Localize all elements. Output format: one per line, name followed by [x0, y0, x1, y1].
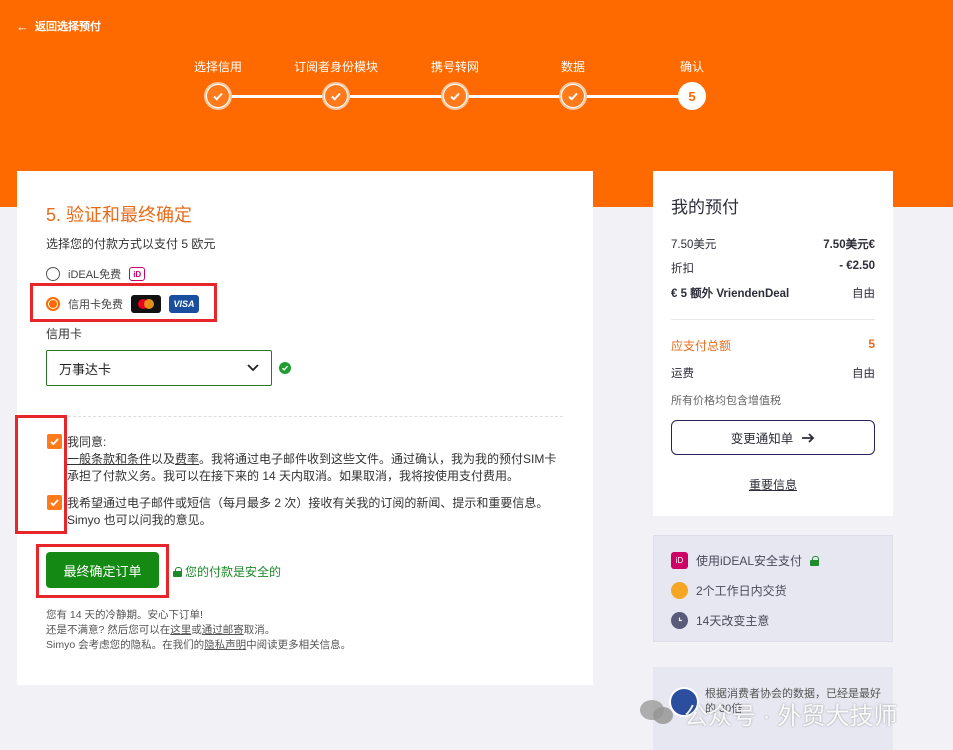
- step-done-icon: [204, 82, 232, 110]
- row-value: 7.50美元€: [823, 239, 875, 251]
- step-label: 数据: [560, 60, 585, 74]
- change-notification-button[interactable]: 变更通知单: [671, 420, 875, 455]
- shipping-value: 自由: [852, 368, 875, 380]
- payment-option-label: iDEAL免费: [68, 269, 122, 281]
- divider: [671, 319, 875, 320]
- fine-text: 还是不满意? 然后您可以在: [46, 624, 171, 636]
- step-number: 5: [678, 82, 706, 110]
- total-label: 应支付总额: [671, 339, 732, 353]
- summary-title: 我的预付: [671, 198, 739, 217]
- arrow-left-icon: ←: [16, 18, 29, 34]
- back-label: 返回选择预付: [35, 21, 101, 33]
- step-done-icon: [322, 82, 350, 110]
- check-circle-icon: [279, 362, 291, 374]
- radio-ideal[interactable]: [46, 267, 60, 281]
- secure-label: 您的付款是安全的: [185, 565, 282, 579]
- cancel-here-link[interactable]: 这里: [170, 624, 191, 636]
- fine-text: 取消。: [243, 624, 276, 636]
- terms-link[interactable]: 一般条款和条件: [67, 452, 151, 466]
- highlight-box: [36, 544, 169, 598]
- divider: [68, 416, 563, 417]
- highlight-box: [30, 283, 217, 322]
- lock-icon: [810, 555, 820, 566]
- payment-option-ideal[interactable]: iDEAL免费 iD: [46, 266, 146, 282]
- step-label: 确认: [679, 60, 704, 74]
- chevron-down-icon: [247, 364, 259, 372]
- clock-icon: [671, 612, 688, 629]
- perk-label: 14天改变主意: [696, 614, 770, 628]
- summary-row: 7.50美元 7.50美元€: [671, 236, 875, 252]
- secure-payment-note: 您的付款是安全的: [173, 563, 281, 580]
- checkout-card: 5. 验证和最终确定 选择您的付款方式以支付 5 欧元 iDEAL免费 iD 信…: [15, 171, 593, 685]
- perk-item: iD 使用iDEAL安全支付: [671, 552, 820, 569]
- perks-panel: iD 使用iDEAL安全支付 2个工作日内交货 14天改变主意: [653, 535, 893, 642]
- step-label: 携号转网: [430, 60, 479, 74]
- highlight-box: [15, 415, 67, 534]
- step-done-icon: [559, 82, 587, 110]
- wechat-icon: [640, 699, 676, 728]
- agree-lead: 我同意:: [67, 435, 107, 449]
- fine-line-1: 您有 14 天的冷静期。安心下订单!: [46, 609, 203, 621]
- perk-label: 使用iDEAL安全支付: [696, 554, 803, 568]
- important-info-link[interactable]: 重要信息: [653, 476, 893, 493]
- fine-text: 中阅读更多相关信息。: [246, 639, 352, 651]
- fine-line-3: Simyo 会考虑您的隐私。在我们的隐私声明中阅读更多相关信息。: [46, 638, 351, 653]
- card-type-select[interactable]: 万事达卡: [46, 350, 272, 386]
- payment-subtitle: 选择您的付款方式以支付 5 欧元: [46, 237, 216, 251]
- vat-note: 所有价格均包含增值税: [671, 395, 781, 407]
- rates-link[interactable]: 费率: [175, 452, 199, 466]
- progress-stepper: 选择信用 订阅者身份模块 携号转网 数据 确认 5: [170, 58, 750, 118]
- step-3[interactable]: 携号转网: [395, 58, 515, 110]
- watermark: 公众号 · 外贸大技师: [640, 696, 897, 731]
- button-label: 变更通知单: [730, 432, 794, 446]
- summary-row: 折扣 - €2.50: [671, 260, 875, 276]
- step-done-icon: [441, 82, 469, 110]
- ideal-icon: iD: [129, 267, 146, 281]
- privacy-link[interactable]: 隐私声明: [204, 639, 246, 651]
- order-summary: 我的预付 7.50美元 7.50美元€ 折扣 - €2.50 € 5 额外 Vrie…: [653, 171, 893, 516]
- step-label: 选择信用: [193, 60, 242, 74]
- fine-line-2: 还是不满意? 然后您可以在这里或通过邮寄取消。: [46, 623, 351, 638]
- arrow-right-icon: [802, 432, 815, 443]
- row-label: 折扣: [671, 263, 694, 275]
- step-4[interactable]: 数据: [513, 58, 633, 110]
- perk-item: 2个工作日内交货: [671, 582, 787, 599]
- ideal-icon: iD: [671, 552, 688, 569]
- perk-label: 2个工作日内交货: [696, 584, 787, 598]
- shipping-label: 运费: [671, 368, 694, 380]
- perk-item: 14天改变主意: [671, 612, 769, 629]
- watermark-text: 公众号 · 外贸大技师: [684, 703, 898, 730]
- total-value: 5: [868, 337, 875, 351]
- fine-print: 您有 14 天的冷静期。安心下订单! 还是不满意? 然后您可以在这里或通过邮寄取…: [46, 608, 351, 653]
- step-1[interactable]: 选择信用: [158, 58, 278, 110]
- cancel-mail-link[interactable]: 通过邮寄: [202, 624, 244, 636]
- section-title: 5. 验证和最终确定: [46, 205, 193, 225]
- row-label: € 5 额外 VriendenDeal: [671, 288, 790, 300]
- card-type-value: 万事达卡: [59, 361, 112, 377]
- shipping-row: 运费 自由: [671, 365, 875, 381]
- total-row: 应支付总额 5: [671, 337, 875, 354]
- fine-text: 或: [191, 624, 202, 636]
- fine-text: Simyo 会考虑您的隐私。在我们的: [46, 639, 205, 651]
- row-value: 自由: [852, 288, 875, 300]
- agree-mid: 以及: [151, 452, 176, 466]
- row-value: - €2.50: [839, 260, 875, 272]
- card-field-label: 信用卡: [46, 327, 83, 341]
- step-2[interactable]: 订阅者身份模块: [276, 58, 396, 110]
- step-label: 订阅者身份模块: [293, 60, 378, 74]
- lock-icon: [173, 566, 182, 577]
- postnl-icon: [671, 582, 688, 599]
- summary-row: € 5 额外 VriendenDeal 自由: [671, 285, 875, 301]
- step-5: 确认 5: [632, 58, 752, 110]
- terms-agreement: 我同意: 一般条款和条件以及费率。我将通过电子邮件收到这些文件。通过确认，我为我…: [67, 434, 567, 485]
- newsletter-text: 我希望通过电子邮件或短信（每月最多 2 次）接收有关我的订阅的新闻、提示和重要信…: [67, 496, 549, 527]
- back-link[interactable]: ← 返回选择预付: [16, 18, 101, 34]
- row-label: 7.50美元: [671, 239, 717, 251]
